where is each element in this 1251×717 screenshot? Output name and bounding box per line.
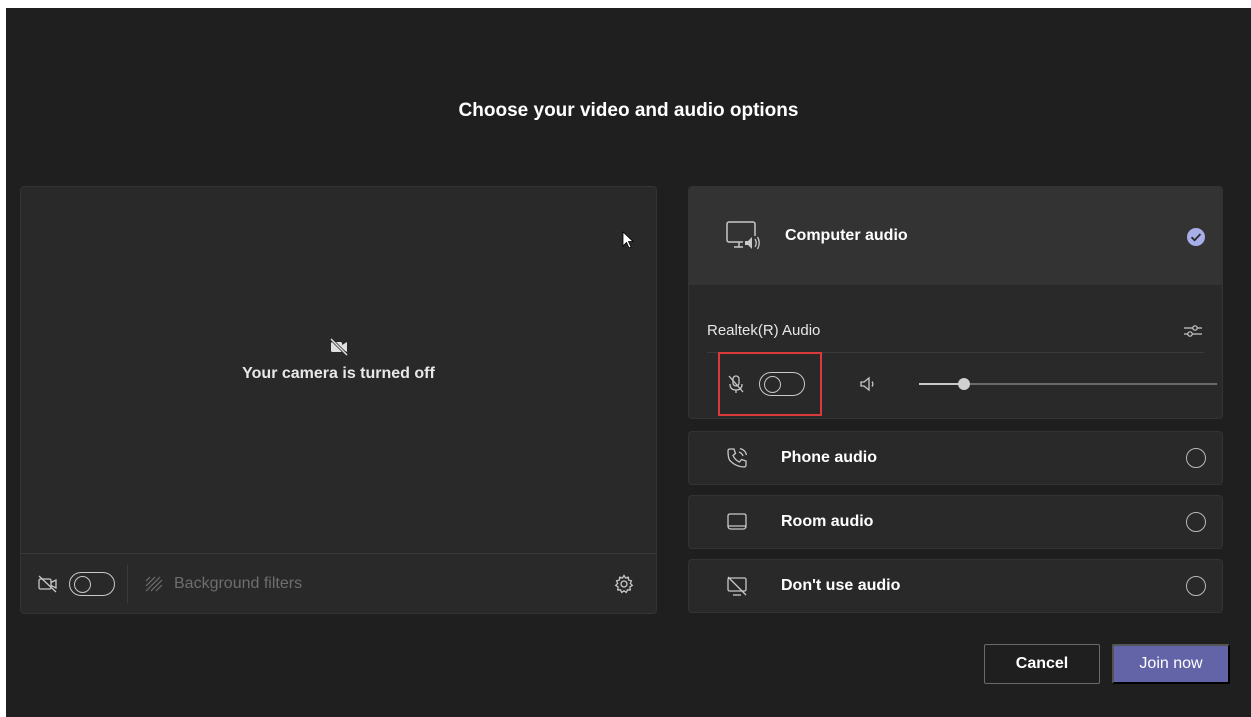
speaker-icon bbox=[860, 376, 874, 392]
background-filters-button[interactable]: Background filters bbox=[144, 575, 302, 593]
room-device-icon bbox=[727, 513, 747, 530]
no-audio-icon bbox=[727, 576, 747, 596]
video-preview-area: Your camera is turned off bbox=[21, 187, 656, 553]
video-preview-panel: Your camera is turned off Background fil… bbox=[20, 186, 657, 614]
camera-off-icon bbox=[38, 575, 57, 592]
selected-check-icon bbox=[1187, 228, 1205, 246]
background-filters-label: Background filters bbox=[174, 574, 303, 592]
volume-slider-handle[interactable] bbox=[958, 378, 970, 390]
mic-toggle-highlight-box bbox=[718, 352, 822, 416]
device-settings-gear-icon[interactable] bbox=[614, 574, 634, 594]
room-audio-option[interactable]: Room audio bbox=[688, 495, 1223, 549]
background-filters-icon bbox=[145, 576, 163, 591]
page-title: Choose your video and audio options bbox=[458, 100, 799, 121]
room-audio-label: Room audio bbox=[781, 513, 874, 530]
phone-icon bbox=[727, 447, 748, 468]
phone-audio-label: Phone audio bbox=[781, 449, 877, 466]
toolbar-divider bbox=[127, 564, 128, 603]
computer-audio-label: Computer audio bbox=[785, 227, 908, 244]
camera-off-text: Your camera is turned off bbox=[242, 365, 435, 382]
volume-slider[interactable] bbox=[919, 378, 1217, 390]
camera-off-icon bbox=[329, 337, 348, 357]
video-toolbar: Background filters bbox=[21, 553, 656, 613]
audio-device-row: Realtek(R) Audio bbox=[707, 309, 1204, 353]
computer-audio-icon bbox=[726, 221, 761, 250]
camera-toggle[interactable] bbox=[69, 571, 115, 596]
computer-audio-option[interactable]: Computer audio bbox=[689, 187, 1222, 285]
audio-device-name: Realtek(R) Audio bbox=[707, 322, 821, 339]
phone-audio-radio[interactable] bbox=[1186, 448, 1206, 468]
audio-settings-sliders-icon[interactable] bbox=[1182, 321, 1204, 341]
dont-use-audio-radio[interactable] bbox=[1186, 576, 1206, 596]
join-meeting-screen: Choose your video and audio options Your… bbox=[6, 8, 1251, 717]
dont-use-audio-option[interactable]: Don't use audio bbox=[688, 559, 1223, 613]
mouse-cursor-icon bbox=[622, 231, 634, 249]
cancel-button[interactable]: Cancel bbox=[984, 644, 1100, 684]
join-now-button[interactable]: Join now bbox=[1112, 644, 1230, 684]
room-audio-radio[interactable] bbox=[1186, 512, 1206, 532]
dont-use-audio-label: Don't use audio bbox=[781, 577, 901, 594]
camera-off-message: Your camera is turned off bbox=[21, 337, 656, 383]
phone-audio-option[interactable]: Phone audio bbox=[688, 431, 1223, 485]
